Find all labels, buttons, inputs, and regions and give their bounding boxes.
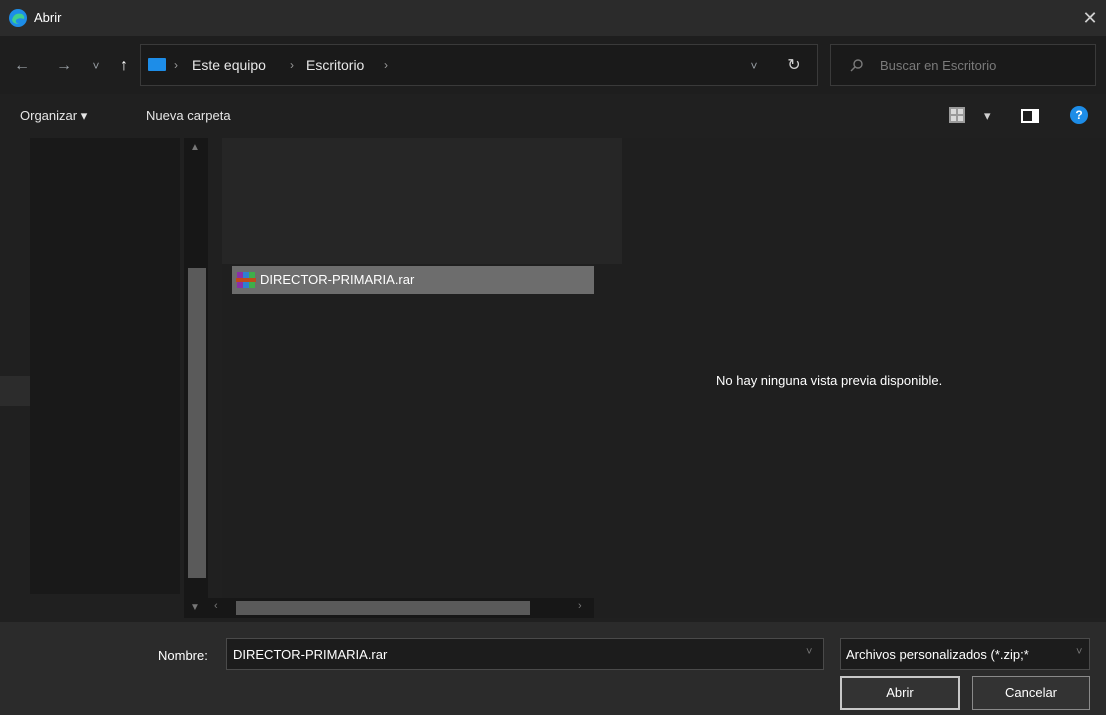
scroll-right-arrow-icon[interactable]: › <box>578 600 582 612</box>
organize-button[interactable]: Organizar ▾ <box>20 108 87 124</box>
refresh-button[interactable]: ↻ <box>782 51 806 81</box>
scroll-left-arrow-icon[interactable]: ‹ <box>214 600 218 612</box>
breadcrumb-este-equipo[interactable]: Este equipo <box>192 57 266 73</box>
open-button[interactable]: Abrir <box>840 676 960 710</box>
chevron-down-icon[interactable]: ˅ <box>806 646 812 658</box>
title-bar <box>0 0 1106 36</box>
chevron-down-icon[interactable]: ˅ <box>1076 646 1082 658</box>
new-folder-button[interactable]: Nueva carpeta <box>146 108 231 123</box>
close-button[interactable]: ✕ <box>1076 4 1104 32</box>
breadcrumb-separator: › <box>174 58 178 72</box>
recent-locations-button[interactable]: ˅ <box>84 51 108 81</box>
address-dropdown-button[interactable]: ˅ <box>742 51 766 81</box>
navigation-pane[interactable] <box>30 138 180 594</box>
file-list-header-area <box>222 138 622 264</box>
window-title: Abrir <box>34 10 62 25</box>
breadcrumb-separator: › <box>290 58 294 72</box>
computer-icon <box>148 58 166 71</box>
filename-input[interactable] <box>226 638 824 670</box>
navigation-pane-selected-item[interactable] <box>0 376 30 406</box>
back-button[interactable]: ← <box>10 51 34 81</box>
rar-archive-icon <box>236 272 256 288</box>
scroll-down-arrow-icon[interactable]: ▼ <box>190 602 200 613</box>
breadcrumb-escritorio[interactable]: Escritorio <box>306 57 364 73</box>
filename-label: Nombre: <box>158 648 208 663</box>
change-view-icon[interactable] <box>948 106 966 124</box>
preview-pane-icon[interactable] <box>1020 108 1040 124</box>
scrollbar-thumb[interactable] <box>188 268 206 578</box>
view-options-dropdown[interactable]: ▾ <box>984 108 991 124</box>
no-preview-message: No hay ninguna vista previa disponible. <box>716 373 943 388</box>
up-button[interactable]: ↑ <box>112 51 136 81</box>
scroll-up-arrow-icon[interactable]: ▲ <box>190 142 200 153</box>
search-placeholder: Buscar en Escritorio <box>880 58 997 73</box>
filetype-selected-value: Archivos personalizados (*.zip;* <box>846 647 1029 662</box>
search-icon <box>850 59 863 72</box>
scrollbar-thumb[interactable] <box>236 601 530 615</box>
file-name: DIRECTOR-PRIMARIA.rar <box>260 272 415 287</box>
help-button[interactable]: ? <box>1070 106 1088 124</box>
forward-button[interactable]: → <box>52 51 76 81</box>
edge-browser-icon <box>9 9 27 27</box>
breadcrumb-separator: › <box>384 58 388 72</box>
cancel-button[interactable]: Cancelar <box>972 676 1090 710</box>
